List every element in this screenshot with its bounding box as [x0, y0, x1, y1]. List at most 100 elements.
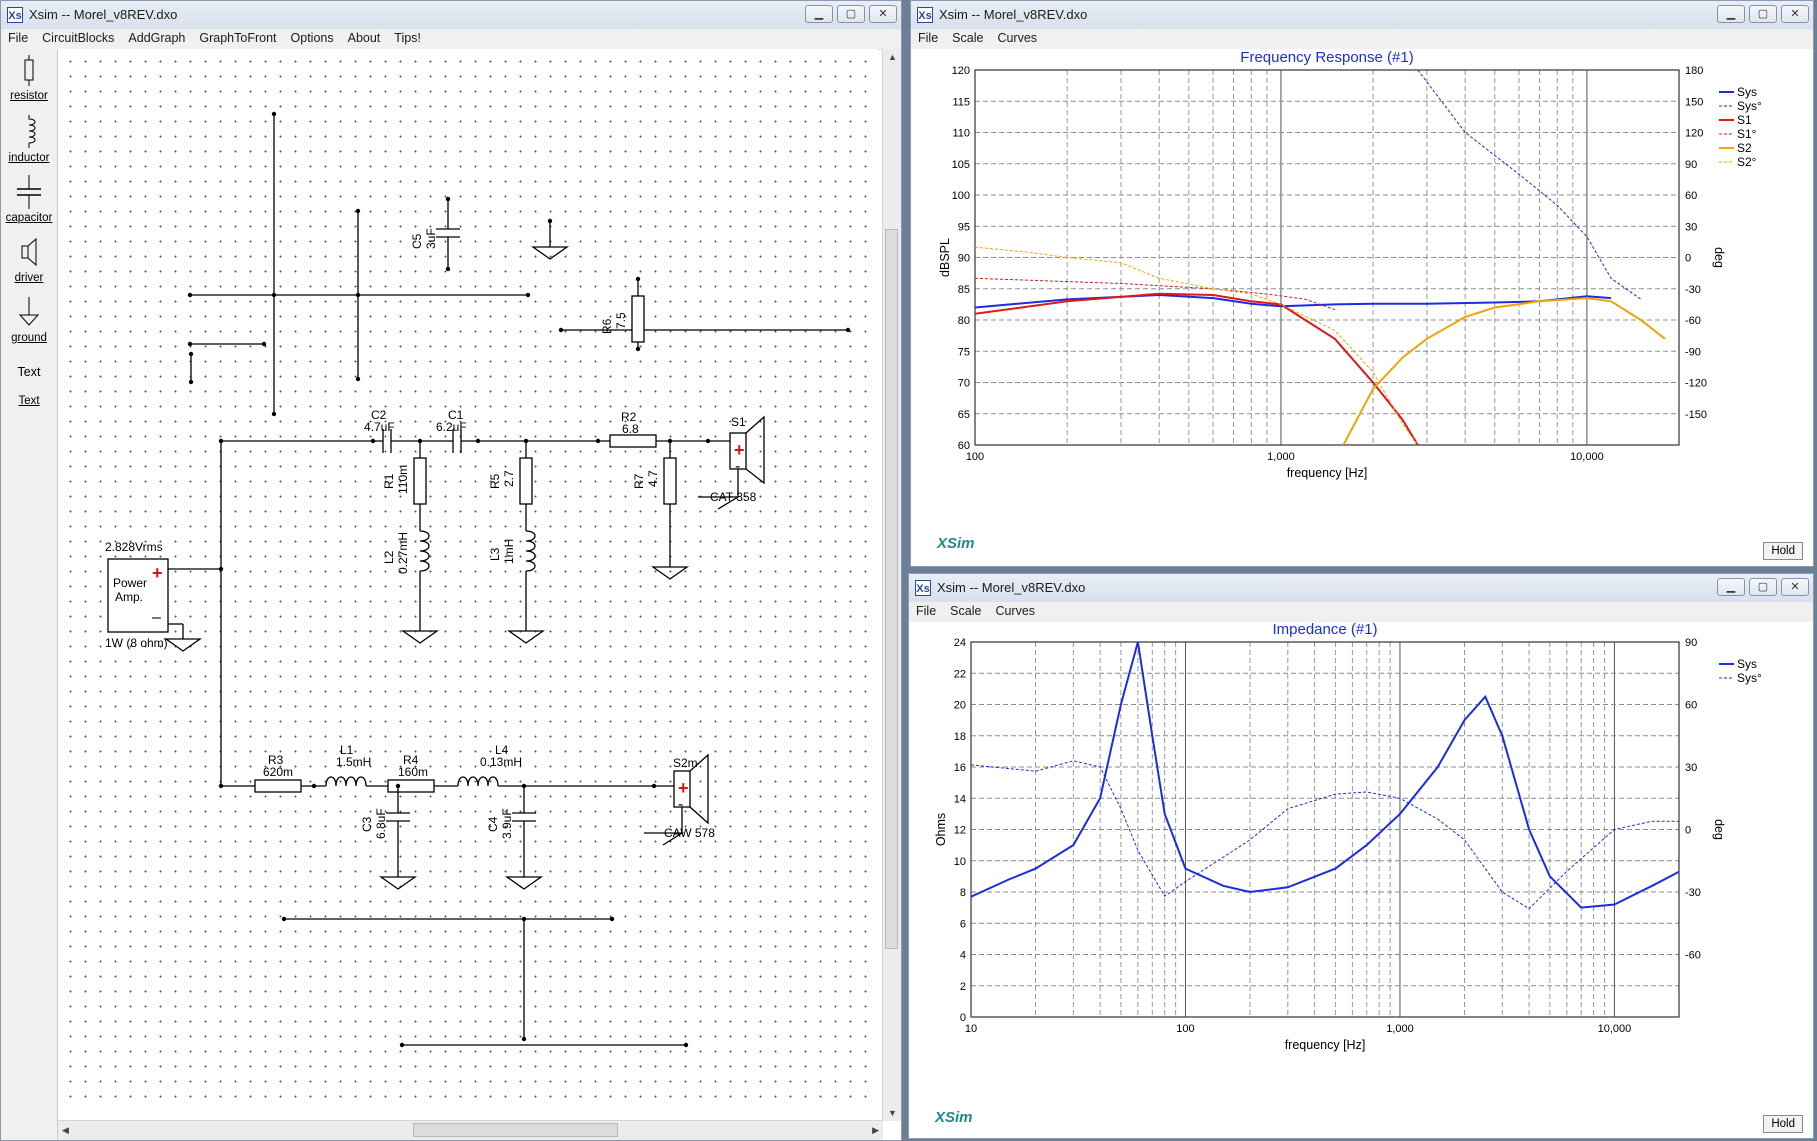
l1-inductor[interactable]: [325, 776, 367, 787]
maximize-button[interactable]: ▢: [1749, 578, 1777, 596]
x-tick-label: 1,000: [1386, 1023, 1414, 1035]
y-tick-label: 80: [958, 315, 970, 327]
scroll-down-arrow-icon[interactable]: ▼: [888, 1108, 897, 1118]
r4-resistor[interactable]: [387, 779, 435, 793]
hold-button[interactable]: Hold: [1763, 1115, 1803, 1133]
legend-label: Sys: [1737, 657, 1757, 671]
schematic-canvas[interactable]: + + + - - – C5 3uF R6 7.5 C2 4.7uF C1 6.…: [58, 49, 877, 1101]
r2-value: 6.8: [622, 422, 639, 436]
schematic-vertical-scrollbar[interactable]: ▲ ▼: [882, 49, 901, 1121]
menu-about[interactable]: About: [341, 29, 388, 45]
menu-graphtofront[interactable]: GraphToFront: [192, 29, 283, 45]
menu-file[interactable]: File: [909, 602, 943, 618]
r5-resistor[interactable]: [519, 457, 533, 505]
menu-scale[interactable]: Scale: [943, 602, 988, 618]
palette-inductor[interactable]: inductor: [1, 115, 57, 164]
schematic-titlebar[interactable]: Xs Xsim -- Morel_v8REV.dxo ▁ ▢ ✕: [1, 1, 901, 30]
schematic-window: Xs Xsim -- Morel_v8REV.dxo ▁ ▢ ✕ File Cir…: [0, 0, 902, 1141]
hold-button[interactable]: Hold: [1763, 542, 1803, 560]
y2-tick-label: 120: [1685, 128, 1703, 140]
y2-tick-label: 60: [1685, 700, 1697, 712]
scroll-left-arrow-icon[interactable]: ◀: [62, 1125, 69, 1136]
legend-label: Sys: [1737, 85, 1757, 99]
close-button[interactable]: ✕: [1781, 5, 1809, 23]
x-tick-label: 1,000: [1267, 451, 1295, 463]
l3-inductor[interactable]: [525, 530, 536, 572]
ground-symbol[interactable]: [378, 876, 418, 890]
r1-resistor[interactable]: [413, 457, 427, 505]
ground-symbol[interactable]: [530, 246, 570, 260]
menu-addgraph[interactable]: AddGraph: [121, 29, 192, 45]
l4-inductor[interactable]: [457, 776, 499, 787]
chart-title: Impedance (#1): [1272, 622, 1377, 638]
ground-symbol[interactable]: [506, 630, 546, 644]
r6-resistor[interactable]: [631, 295, 645, 343]
imp-titlebar[interactable]: Xs Xsim -- Morel_v8REV.dxo ▁ ▢ ✕: [909, 574, 1813, 603]
freq-titlebar[interactable]: Xs Xsim -- Morel_v8REV.dxo ▁ ▢ ✕: [911, 1, 1813, 30]
x-axis-label: frequency [Hz]: [1285, 1038, 1366, 1052]
xsim-app-icon: Xs: [915, 580, 931, 596]
palette-ground[interactable]: ground: [1, 295, 57, 344]
palette-driver[interactable]: driver: [1, 235, 57, 284]
s1-driver[interactable]: [745, 415, 765, 485]
y2-tick-label: 30: [1685, 762, 1697, 774]
close-button[interactable]: ✕: [1781, 578, 1809, 596]
legend-label: S2: [1737, 141, 1752, 155]
r7-resistor[interactable]: [663, 457, 677, 505]
c4-ref: C4: [486, 816, 500, 832]
r3-resistor[interactable]: [254, 779, 302, 793]
y-tick-label: 12: [954, 825, 966, 837]
y2-axis-label: deg: [1712, 247, 1726, 268]
menu-file[interactable]: File: [911, 29, 945, 45]
xsim-brand: XSim: [937, 535, 975, 552]
ground-symbol[interactable]: [504, 876, 544, 890]
ground-symbol[interactable]: [400, 630, 440, 644]
frequency-response-chart[interactable]: 120 115 110 105 100 95 90 85 80 75 70 65 60 180 150 120…: [911, 49, 1813, 566]
amp-minus-terminal: –: [152, 609, 161, 626]
y-tick-label: 10: [954, 856, 966, 868]
y-tick-label: 115: [952, 96, 970, 108]
maximize-button[interactable]: ▢: [837, 5, 865, 23]
y-tick-label: 120: [952, 65, 970, 77]
schematic-drawing: + + + - - – C5 3uF R6 7.5 C2 4.7uF C1 6.…: [105, 111, 851, 1048]
y-tick-label: 105: [952, 159, 970, 171]
palette-text-link[interactable]: Text: [1, 395, 57, 407]
minimize-button[interactable]: ▁: [1717, 5, 1745, 23]
capacitor-icon: [17, 175, 41, 209]
y-tick-label: 70: [958, 378, 970, 390]
minimize-button[interactable]: ▁: [805, 5, 833, 23]
palette-text-tool[interactable]: Text: [1, 365, 57, 379]
series-line-s2-deg: [975, 246, 1419, 445]
minimize-button[interactable]: ▁: [1717, 578, 1745, 596]
menu-circuitblocks[interactable]: CircuitBlocks: [35, 29, 121, 45]
horizontal-scroll-thumb[interactable]: [413, 1123, 618, 1137]
schematic-horizontal-scrollbar[interactable]: ◀ ▶: [58, 1120, 883, 1140]
menu-options[interactable]: Options: [284, 29, 341, 45]
y-tick-label: 95: [958, 221, 970, 233]
palette-resistor[interactable]: resistor: [1, 55, 57, 102]
y2-tick-label: 60: [1685, 190, 1697, 202]
menu-file[interactable]: File: [1, 29, 35, 45]
menu-curves[interactable]: Curves: [990, 29, 1044, 45]
ground-symbol[interactable]: [650, 566, 690, 580]
menu-tips[interactable]: Tips!: [387, 29, 428, 45]
schematic-menubar: File CircuitBlocks AddGraph GraphToFront Opt…: [1, 29, 901, 50]
menu-scale[interactable]: Scale: [945, 29, 990, 45]
vertical-scroll-thumb[interactable]: [885, 229, 898, 949]
y-tick-label: 18: [954, 731, 966, 743]
ground-symbol[interactable]: [163, 638, 203, 652]
maximize-button[interactable]: ▢: [1749, 5, 1777, 23]
close-button[interactable]: ✕: [869, 5, 897, 23]
impedance-chart[interactable]: 2422201816141210864209060300-30-6010 100 1…: [909, 622, 1813, 1138]
y2-tick-label: 0: [1685, 253, 1691, 265]
menu-curves[interactable]: Curves: [988, 602, 1042, 618]
imp-menubar: File Scale Curves: [909, 602, 1813, 623]
y-tick-label: 100: [952, 190, 970, 202]
scroll-right-arrow-icon[interactable]: ▶: [872, 1125, 879, 1136]
r2-resistor[interactable]: [609, 434, 657, 448]
scroll-up-arrow-icon[interactable]: ▲: [888, 52, 897, 62]
palette-capacitor[interactable]: capacitor: [1, 175, 57, 224]
c2-value: 4.7uF: [364, 420, 395, 434]
l1-value: 1.5mH: [336, 755, 371, 769]
l2-inductor[interactable]: [419, 530, 430, 572]
